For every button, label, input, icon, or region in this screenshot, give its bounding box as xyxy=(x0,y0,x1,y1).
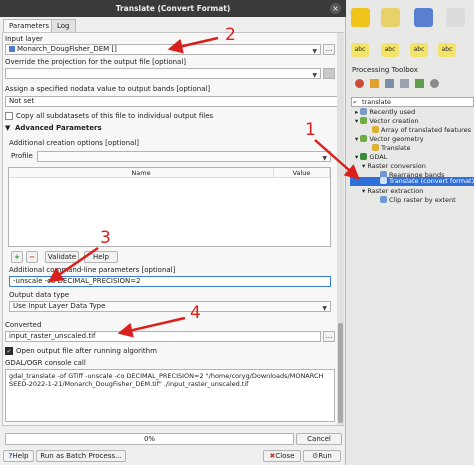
arrow-3 xyxy=(47,246,99,283)
arrow-2 xyxy=(167,36,219,54)
annotation-arrows xyxy=(47,36,360,338)
annotation-number-4: 4 xyxy=(190,303,201,323)
annotation-number-3: 3 xyxy=(100,228,111,248)
annotation-number-1: 1 xyxy=(305,120,316,140)
arrow-1 xyxy=(314,139,360,180)
arrow-4 xyxy=(117,316,186,338)
annotation-number-2: 2 xyxy=(225,25,236,45)
